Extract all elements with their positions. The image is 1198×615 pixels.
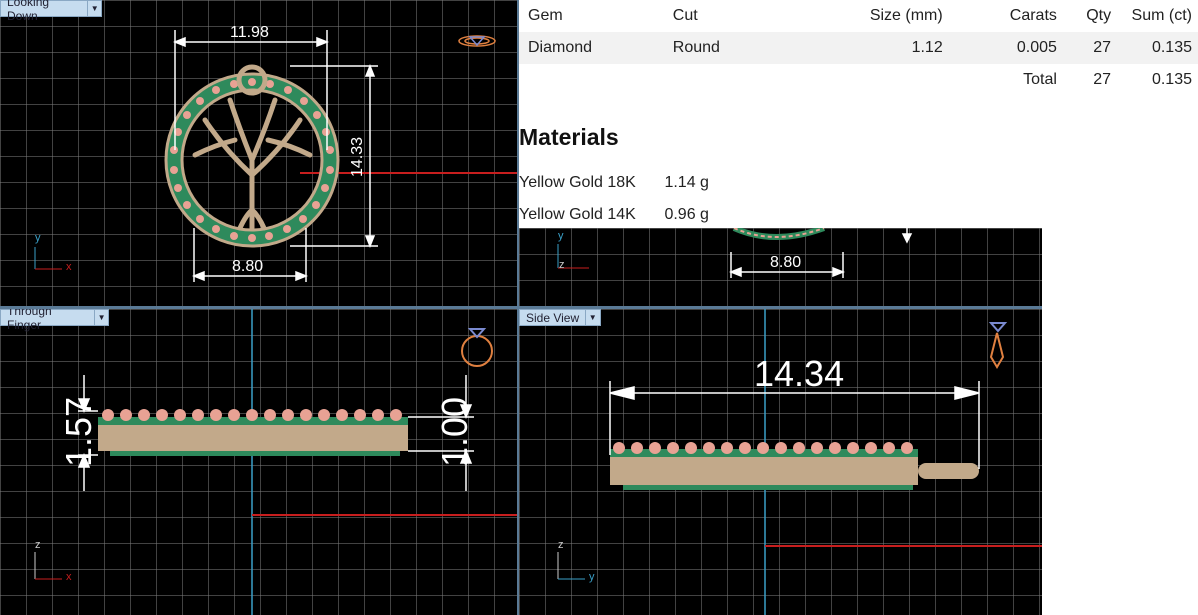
axis-label-z: z <box>35 539 41 551</box>
ring-front-icon <box>461 328 493 367</box>
dim-label-bail-partial: 8.80 <box>770 254 802 271</box>
axis-label-z: z <box>559 259 565 271</box>
dim-label-width: 11.98 <box>230 24 269 41</box>
tree-of-life <box>192 97 313 231</box>
dim-label-height: 14.33 <box>349 136 367 178</box>
viewport-partial[interactable]: 8.80 y z <box>519 228 1042 306</box>
vp-label-looking-down[interactable]: Looking Down ▼ <box>0 0 102 23</box>
cell-cut: Round <box>672 32 796 64</box>
viewport-through-finger[interactable]: Through Finger ▼ 1.57 1.00 z x <box>0 309 517 615</box>
col-header-cut: Cut <box>672 7 698 24</box>
axis-label-z: z <box>558 539 564 551</box>
cell-qty: 27 <box>1056 32 1112 64</box>
cell-sum: 0.135 <box>1111 32 1198 64</box>
material-row: Yellow Gold 14K 0.96 g <box>519 206 709 224</box>
pendant-side-icon <box>988 322 1008 369</box>
col-header-carats: Carats <box>1009 7 1057 24</box>
vp-label-text: Side View <box>526 310 580 325</box>
table-total-row: Total 27 0.135 <box>519 64 1198 96</box>
report-panel: Gem Cut Size (mm) Carats Qty Sum (ct) Di… <box>519 0 1198 228</box>
gem-table: Gem Cut Size (mm) Carats Qty Sum (ct) Di… <box>519 0 1198 96</box>
material-name: Yellow Gold 18K <box>519 174 636 191</box>
axis-glyph <box>34 247 62 270</box>
materials-heading: Materials <box>519 124 619 150</box>
pendant-body <box>98 425 408 451</box>
axis-label-y: y <box>558 230 564 242</box>
dim-label-right: 1.00 <box>434 396 476 468</box>
col-header-sum: Sum (ct) <box>1131 7 1192 24</box>
cell-carats: 0.005 <box>942 32 1057 64</box>
cell-size: 1.12 <box>795 32 943 64</box>
viewport-side-view[interactable]: Side View ▼ 14.34 z y <box>519 309 1042 615</box>
pendant-side-body <box>610 457 918 485</box>
chevron-down-icon[interactable]: ▼ <box>585 310 599 325</box>
total-sum: 0.135 <box>1151 71 1192 88</box>
material-weight: 0.96 g <box>664 206 709 223</box>
axis-label-x: x <box>66 261 72 273</box>
blank-area <box>1046 228 1198 615</box>
material-weight: 1.14 g <box>664 174 709 191</box>
table-header-row: Gem Cut Size (mm) Carats Qty Sum (ct) <box>519 0 1198 32</box>
vp-label-text: Through Finger <box>7 309 52 332</box>
dim-label-length: 14.34 <box>754 353 845 394</box>
dim-label-left: 1.57 <box>58 396 100 468</box>
material-row: Yellow Gold 18K 1.14 g <box>519 174 709 192</box>
col-header-size: Size (mm) <box>869 7 943 24</box>
vp-label-through-finger[interactable]: Through Finger ▼ <box>0 309 109 332</box>
vp-label-text: Looking Down <box>7 0 50 23</box>
table-row: Diamond Round 1.12 0.005 27 0.135 <box>519 32 1198 64</box>
cell-gem: Diamond <box>519 32 673 64</box>
chevron-down-icon[interactable]: ▼ <box>94 310 108 325</box>
axis-label-y: y <box>589 571 595 583</box>
axis-label-x: x <box>66 571 72 583</box>
col-header-gem: Gem <box>528 7 563 24</box>
total-label: Total <box>1023 71 1057 88</box>
material-name: Yellow Gold 14K <box>519 206 636 223</box>
chevron-down-icon[interactable]: ▼ <box>87 1 101 16</box>
vp-label-side-view[interactable]: Side View ▼ <box>519 309 601 326</box>
bail-side <box>918 463 979 479</box>
ring-top-icon <box>458 35 496 47</box>
total-qty: 27 <box>1093 71 1112 88</box>
dim-label-bail: 8.80 <box>232 258 264 275</box>
axis-label-y: y <box>35 232 41 244</box>
col-header-qty: Qty <box>1086 7 1112 24</box>
viewport-looking-down[interactable]: Looking Down ▼ 11.98 14.33 8.80 y x <box>0 0 517 306</box>
